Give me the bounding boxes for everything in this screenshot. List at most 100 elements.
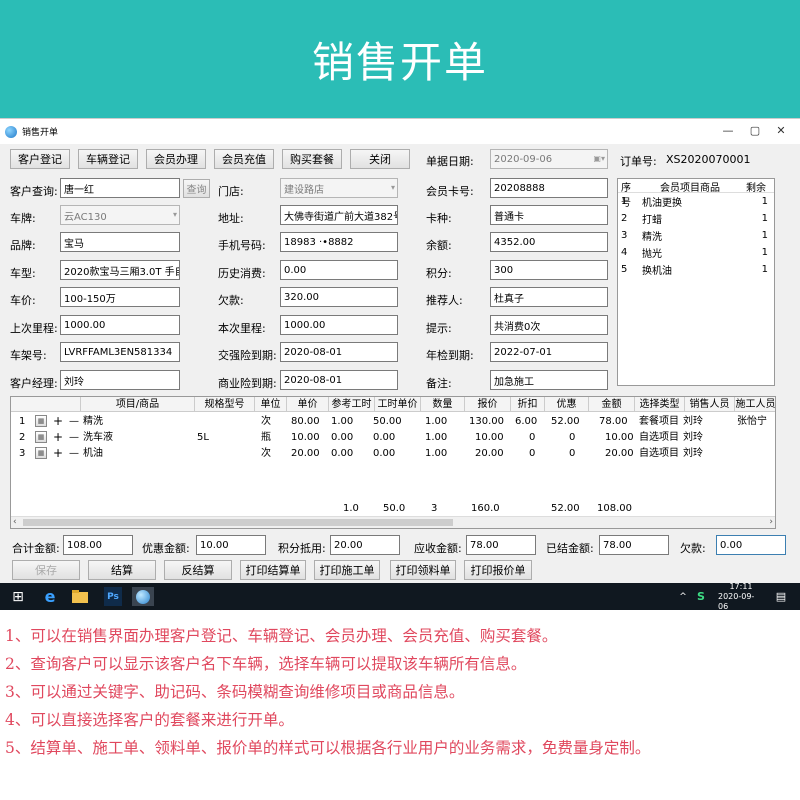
commercial-insurance-field[interactable]: 2020-08-01	[280, 370, 398, 390]
receivable-label: 应收金额:	[414, 542, 462, 555]
maximize-icon[interactable]: ▢	[747, 124, 763, 137]
member-recharge-button[interactable]: 会员充值	[214, 149, 274, 169]
tray-app-icon[interactable]: S	[694, 587, 708, 606]
list-item[interactable]: 3 精洗 1	[618, 227, 774, 244]
compulsory-insurance-field[interactable]: 2020-08-01	[280, 342, 398, 362]
remark-field[interactable]: 加急施工	[490, 370, 608, 390]
print-settlement-button[interactable]: 打印结算单	[240, 560, 306, 580]
buy-package-button[interactable]: 购买套餐	[282, 149, 342, 169]
notification-icon[interactable]: ▤	[772, 587, 790, 606]
receivable-field[interactable]: 78.00	[466, 535, 536, 555]
image-icon[interactable]: ▦	[35, 415, 47, 427]
plate-label: 车牌:	[10, 212, 36, 225]
minus-icon[interactable]: —	[69, 446, 79, 461]
scrollbar-thumb[interactable]	[23, 519, 453, 526]
minimize-icon[interactable]: —	[720, 124, 736, 137]
vin-field[interactable]: LVRFFAML3EN581334	[60, 342, 180, 362]
manager-field[interactable]: 刘玲	[60, 370, 180, 390]
table-row[interactable]: 2 ▦ + — 洗车液 5L 瓶 10.00 0.00 0.00 1.00 10…	[11, 430, 775, 445]
referrer-label: 推荐人:	[426, 294, 463, 307]
list-item[interactable]: 5 换机油 1	[618, 261, 774, 278]
points-deduct-field[interactable]: 20.00	[330, 535, 400, 555]
member-card-field[interactable]: 20208888	[490, 178, 608, 198]
minus-icon[interactable]: —	[69, 430, 79, 445]
last-mileage-field[interactable]: 1000.00	[60, 315, 180, 335]
settle-button[interactable]: 结算	[88, 560, 156, 580]
windows-start-icon[interactable]: ⊞	[8, 587, 28, 606]
plate-select[interactable]: 云AC130 ▾	[60, 205, 180, 225]
owed-field[interactable]: 0.00	[716, 535, 786, 555]
items-grid[interactable]: 项目/商品 规格型号 单位 单价 参考工时 工时单价 数量 报价 折扣 优惠 金…	[10, 396, 776, 529]
total-field[interactable]: 108.00	[63, 535, 133, 555]
hint-field[interactable]: 共消费0次	[490, 315, 608, 335]
plus-icon[interactable]: +	[53, 414, 63, 429]
list-item[interactable]: 4 抛光 1	[618, 244, 774, 261]
image-icon[interactable]: ▦	[35, 447, 47, 459]
grid-totals-row: 1.0 50.0 3 160.0 52.00 108.00	[11, 501, 775, 516]
edge-icon[interactable]: e	[40, 587, 60, 606]
minus-icon[interactable]: —	[69, 414, 79, 429]
member-register-button[interactable]: 会员办理	[146, 149, 206, 169]
list-item[interactable]: 1 机油更换 1	[618, 193, 774, 210]
print-work-order-button[interactable]: 打印施工单	[314, 560, 380, 580]
image-icon[interactable]: ▦	[35, 431, 47, 443]
brand-field[interactable]: 宝马	[60, 232, 180, 252]
this-mileage-field[interactable]: 1000.00	[280, 315, 398, 335]
total-quote: 160.0	[471, 503, 500, 514]
package-list[interactable]: 序号 会员项目商品 剩余 1 机油更换 1 2 打蜡 1 3 精洗 1 4 抛光…	[617, 178, 775, 386]
card-type-field[interactable]: 普通卡	[490, 205, 608, 225]
app-taskbar-icon[interactable]	[132, 587, 154, 606]
table-row[interactable]: 3 ▦ + — 机油 次 20.00 0.00 0.00 1.00 20.00 …	[11, 446, 775, 461]
list-item[interactable]: 2 打蜡 1	[618, 210, 774, 227]
points-field[interactable]: 300	[490, 260, 608, 280]
reverse-settle-button[interactable]: 反结算	[164, 560, 232, 580]
close-icon[interactable]: ✕	[773, 124, 789, 137]
plus-icon[interactable]: +	[53, 430, 63, 445]
scroll-right-icon[interactable]: ›	[769, 517, 773, 527]
customer-query-input[interactable]: 唐一红	[60, 178, 180, 198]
table-row[interactable]: 1 ▦ + — 精洗 次 80.00 1.00 50.00 1.00 130.0…	[11, 414, 775, 429]
folder-icon[interactable]	[70, 587, 90, 606]
history-field[interactable]: 0.00	[280, 260, 398, 280]
grid-col-discount: 折扣	[511, 397, 545, 412]
horizontal-scrollbar[interactable]: ‹ ›	[11, 516, 775, 528]
package-index: 1	[621, 196, 628, 207]
vehicle-register-button[interactable]: 车辆登记	[78, 149, 138, 169]
scroll-left-icon[interactable]: ‹	[13, 517, 17, 527]
price-field[interactable]: 100-150万	[60, 287, 180, 307]
cell-price: 20.00	[291, 448, 320, 459]
plus-icon[interactable]: +	[53, 446, 63, 461]
print-quote-button[interactable]: 打印报价单	[464, 560, 532, 580]
cell-hour-price: 0.00	[373, 448, 396, 459]
address-field[interactable]: 大佛寺街道广前大道382号	[280, 205, 398, 225]
package-remaining: 1	[761, 264, 768, 275]
debt-label: 欠款:	[218, 294, 244, 307]
inspection-field[interactable]: 2022-07-01	[490, 342, 608, 362]
query-button[interactable]: 查询	[183, 179, 210, 198]
paid-field[interactable]: 78.00	[599, 535, 669, 555]
customer-register-button[interactable]: 客户登记	[10, 149, 70, 169]
date-picker[interactable]: 2020-09-06 ▣▾	[490, 149, 608, 169]
cell-discount: 0	[529, 432, 536, 443]
grid-col-hours: 参考工时	[329, 397, 375, 412]
calendar-icon[interactable]: ▣▾	[593, 154, 605, 163]
photoshop-icon[interactable]: Ps	[104, 587, 122, 606]
tray-arrow-icon[interactable]: ^	[676, 587, 690, 606]
phone-field[interactable]: 18983 ·•8882	[280, 232, 398, 252]
discount-field[interactable]: 10.00	[196, 535, 266, 555]
close-button[interactable]: 关闭	[350, 149, 410, 169]
debt-field[interactable]: 320.00	[280, 287, 398, 307]
cell-price: 10.00	[291, 432, 320, 443]
model-field[interactable]: 2020款宝马三厢3.0T 手自	[60, 260, 180, 280]
cell-unit: 次	[261, 416, 271, 427]
price-label: 车价:	[10, 294, 36, 307]
store-select[interactable]: 建设路店 ▾	[280, 178, 398, 198]
order-label: 订单号:	[620, 155, 657, 168]
clock[interactable]: 17:11 2020-09-06	[718, 582, 764, 611]
print-picking-button[interactable]: 打印领料单	[390, 560, 456, 580]
referrer-field[interactable]: 杜真子	[490, 287, 608, 307]
balance-field[interactable]: 4352.00	[490, 232, 608, 252]
banner: 销售开单	[0, 0, 800, 118]
save-button[interactable]: 保存	[12, 560, 80, 580]
grid-col-spec: 规格型号	[195, 397, 255, 412]
